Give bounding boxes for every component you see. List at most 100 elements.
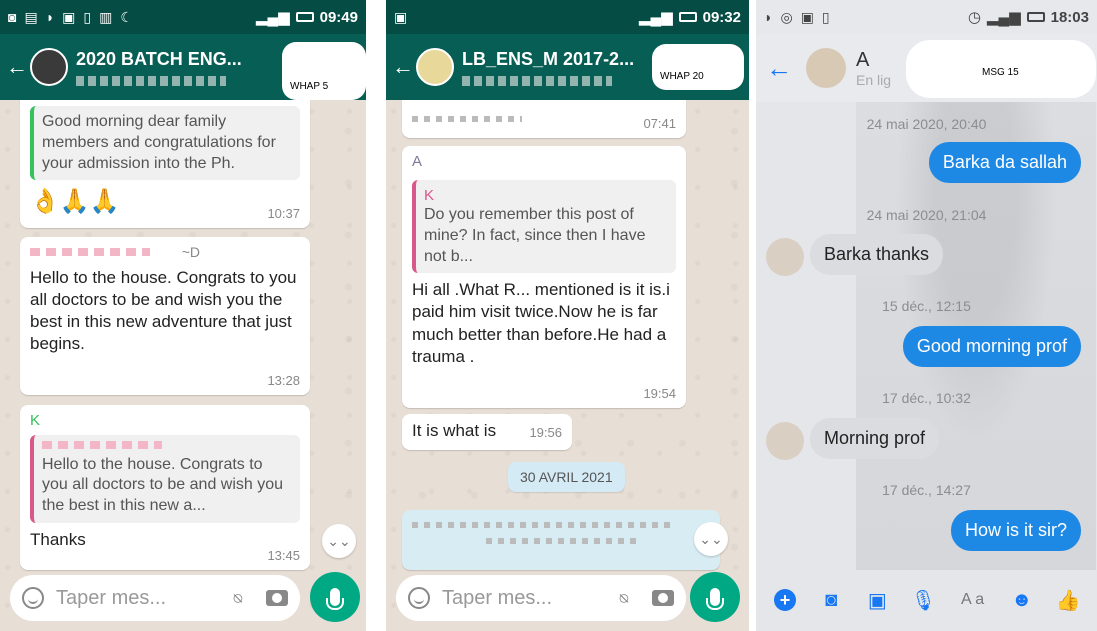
timestamp: 24 mai 2020, 21:04: [866, 207, 987, 223]
redaction-overlay: WHAP 20: [652, 44, 744, 90]
moon-icon: ☾: [120, 8, 133, 25]
notification-icons: ▣: [394, 9, 407, 26]
chrome-icon: ◎: [780, 8, 793, 25]
overlay-label: WHAP 20: [660, 71, 704, 82]
status-time: 09:32: [702, 8, 741, 26]
notification-icons: ◙ ▤ ◗ ▣ ▯ ▥ ☾: [8, 9, 133, 26]
back-arrow-icon[interactable]: ←: [392, 54, 414, 80]
status-bar: ▣ ▂▄▆ 09:32: [386, 0, 749, 34]
camera-icon[interactable]: [652, 590, 674, 606]
message-composer[interactable]: Taper mes... ⌽: [396, 575, 686, 621]
battery-icon: [1026, 12, 1045, 22]
message-bubble[interactable]: ~D Hello to the house. Congrats to you a…: [20, 237, 310, 395]
voice-record-button[interactable]: [310, 572, 360, 622]
contact-avatar-small: [766, 238, 804, 276]
timestamp: 24 mai 2020, 20:40: [866, 116, 987, 132]
doc-notification-icon: ▤: [24, 8, 38, 25]
message-bubble[interactable]: A K Do you remember this post of mine? I…: [402, 146, 686, 408]
scroll-down-button[interactable]: ⌄⌄: [694, 522, 728, 556]
chat-title-block[interactable]: 2020 BATCH ENG...: [76, 49, 242, 86]
chat-members-redacted: [76, 75, 226, 86]
incoming-message[interactable]: Barka thanks: [810, 234, 944, 275]
message-bubble[interactable]: [402, 510, 720, 570]
microphone-icon[interactable]: 🎙: [911, 589, 936, 612]
quoted-message[interactable]: Hello to the house. Congrats to you all …: [30, 434, 300, 523]
emoji-icon[interactable]: ☻: [1011, 589, 1033, 611]
message-time: 13:45: [267, 548, 300, 564]
quoted-message[interactable]: Good morning dear family members and con…: [30, 106, 300, 181]
battery-icon: [678, 12, 697, 22]
outgoing-message[interactable]: How is it sir?: [950, 510, 1081, 551]
voice-record-button[interactable]: [690, 572, 740, 622]
quoted-message[interactable]: K Do you remember this post of mine? In …: [412, 179, 676, 274]
message-time: 13:28: [267, 373, 300, 389]
gallery-icon[interactable]: ▣: [866, 589, 888, 612]
outgoing-message[interactable]: Good morning prof: [902, 326, 1081, 367]
camera-icon[interactable]: [266, 590, 288, 606]
message-text: It is what is: [412, 421, 497, 440]
camera-icon[interactable]: ◙: [820, 589, 842, 611]
signal-icon: ▂▄▆: [255, 9, 290, 26]
contact-avatar[interactable]: [806, 48, 846, 88]
emoji-icon[interactable]: [408, 587, 430, 609]
status-bar: ◗ ◎ ▣ ▯ ◷ ▂▄▆ 18:03: [756, 0, 1097, 34]
message-bubble[interactable]: Good morning dear family members and con…: [20, 100, 310, 228]
shield-icon: ◗: [764, 9, 773, 25]
status-right: ▂▄▆ 09:32: [639, 8, 741, 27]
attach-icon[interactable]: ⌽: [612, 586, 637, 611]
outgoing-message[interactable]: Barka da sallah: [928, 142, 1081, 183]
message-bubble[interactable]: 07:41: [402, 100, 686, 138]
composer-placeholder: Taper mes...: [442, 586, 553, 609]
quoted-text: Good morning dear family members and con…: [42, 113, 276, 172]
sender-name: ~D: [181, 244, 200, 260]
chart-notification-icon: ▥: [99, 8, 113, 25]
whatsapp-chat-panel-2: ▣ ▂▄▆ 09:32 ← LB_ENS_M 2017-2... WHAP 20…: [386, 0, 749, 631]
message-bubble[interactable]: It is what is 19:56: [402, 414, 572, 450]
message-bubble[interactable]: K Hello to the house. Congrats to you al…: [20, 405, 310, 570]
redaction-overlay: WHAP 5: [282, 42, 366, 100]
scroll-down-button[interactable]: ⌄⌄: [322, 524, 356, 558]
tablet-icon: ▯: [821, 8, 830, 25]
signal-icon: ▂▄▆: [986, 9, 1021, 26]
emoji-icon[interactable]: [22, 587, 44, 609]
status-right: ◷ ▂▄▆ 18:03: [968, 8, 1089, 27]
contact-avatar-small: [766, 422, 804, 460]
redacted-content: [412, 116, 522, 122]
timestamp: 17 déc., 14:27: [882, 482, 971, 498]
chat-title-block[interactable]: LB_ENS_M 2017-2...: [462, 49, 634, 86]
message-composer[interactable]: Taper mes... ⌽: [10, 575, 300, 621]
battery-icon: [295, 12, 314, 22]
chevron-down-icon: ⌄⌄: [699, 530, 723, 547]
attach-icon[interactable]: ⌽: [226, 586, 251, 611]
back-arrow-icon[interactable]: ←: [6, 54, 28, 80]
image-notification-icon: ▣: [800, 8, 814, 25]
message-text: Hi all .What R... mentioned is it is.i p…: [412, 280, 670, 366]
chat-title: 2020 BATCH ENG...: [76, 48, 242, 69]
overlay-label: MSG 15: [982, 67, 1019, 78]
redacted-content: [486, 538, 636, 544]
plus-icon[interactable]: +: [774, 589, 797, 611]
message-time: 19:56: [529, 425, 562, 441]
message-time: 10:37: [267, 206, 300, 222]
thumbs-up-icon[interactable]: 👍: [1055, 589, 1080, 612]
timestamp: 17 déc., 10:32: [882, 390, 971, 406]
sender-name: K: [30, 412, 41, 429]
emoji-reaction: 👌🙏🙏: [30, 188, 120, 216]
quoted-text: Do you remember this post of mine? In fa…: [424, 206, 646, 265]
notification-icons: ◗ ◎ ▣ ▯: [764, 9, 830, 26]
text-input-aa[interactable]: A a: [959, 591, 987, 609]
contact-info[interactable]: A En lig: [856, 49, 891, 88]
microphone-icon: [706, 588, 724, 610]
date-separator: 30 AVRIL 2021: [508, 462, 625, 492]
sender-name: A: [412, 153, 423, 170]
back-arrow-icon[interactable]: ←: [766, 53, 792, 84]
status-time: 09:49: [319, 8, 358, 26]
microphone-icon: [326, 588, 344, 610]
incoming-message[interactable]: Morning prof: [810, 418, 940, 459]
chat-members-redacted: [462, 75, 612, 86]
quoted-sender: K: [424, 186, 435, 204]
status-right: ▂▄▆ 09:49: [255, 8, 358, 27]
group-avatar[interactable]: [30, 48, 68, 86]
quoted-text: Hello to the house. Congrats to you all …: [42, 455, 284, 515]
group-avatar[interactable]: [416, 48, 454, 86]
